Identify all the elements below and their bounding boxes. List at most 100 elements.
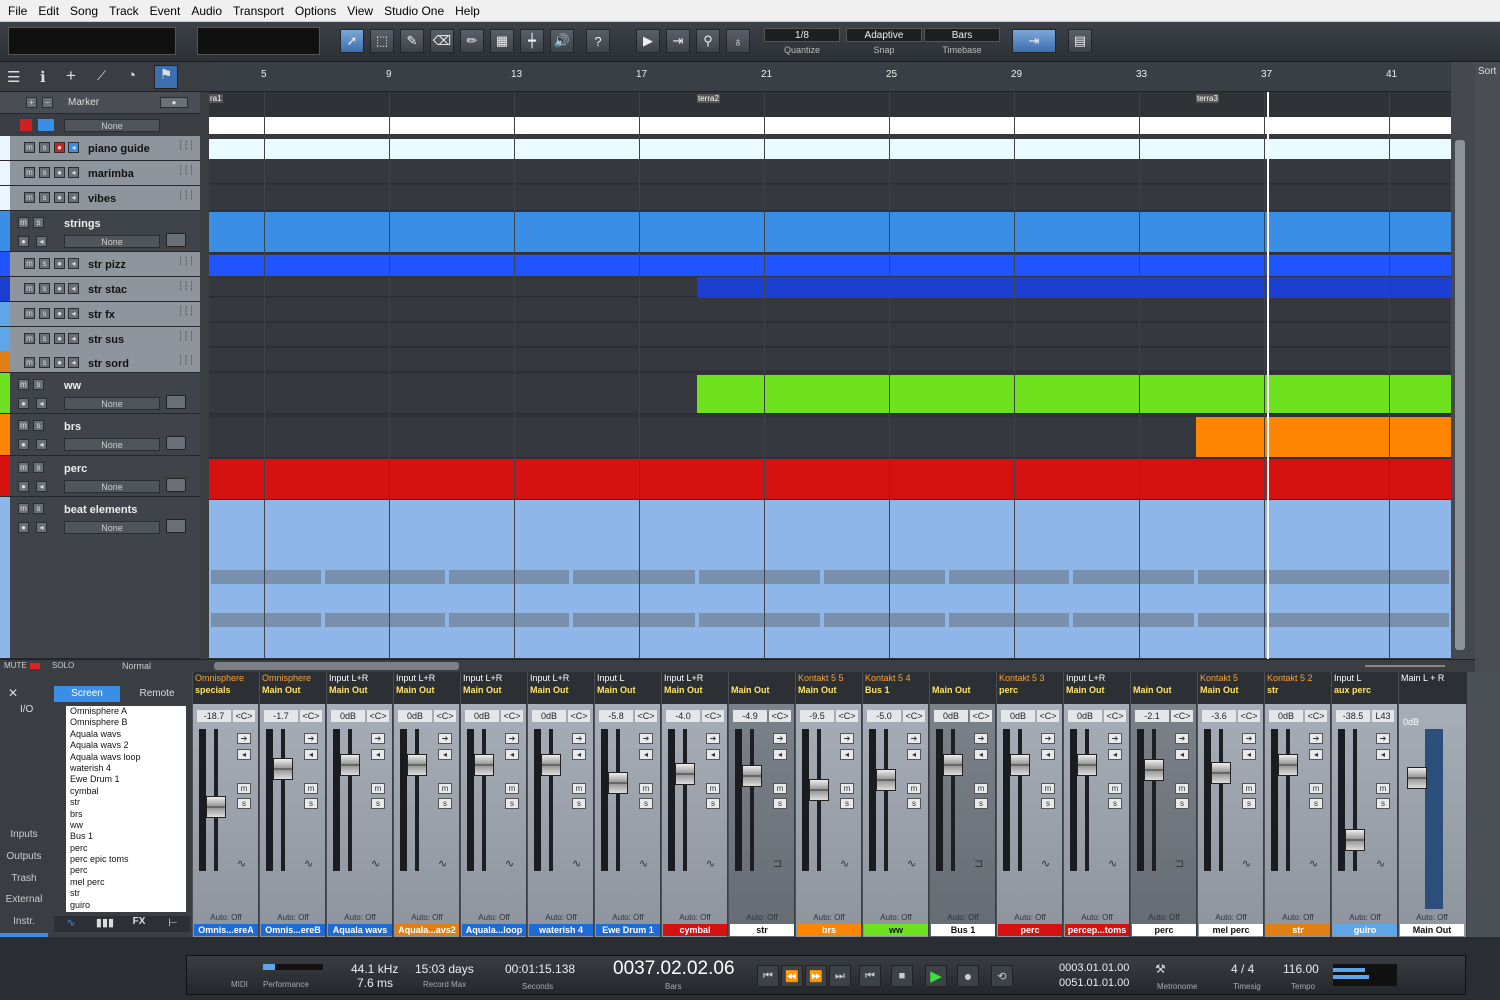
volume-readout[interactable]: 0dB — [331, 710, 365, 722]
strip-name[interactable]: str — [730, 924, 794, 936]
channel-list-item[interactable]: Aquala wavs loop — [66, 752, 186, 763]
mute-button[interactable]: m — [24, 333, 35, 344]
volume-readout[interactable]: -18.7 — [197, 710, 231, 722]
monitor-icon[interactable]: ◂ — [773, 749, 787, 760]
monitor-button[interactable]: ◂ — [36, 236, 47, 247]
mute-button[interactable]: m — [24, 283, 35, 294]
channel-list-item[interactable]: ww — [66, 820, 186, 831]
track-header-str-sus[interactable]: m s ● ◂ ┆┆┆ str sus — [0, 327, 200, 352]
track-name[interactable]: str stac — [88, 284, 127, 296]
strip-name[interactable]: brs — [797, 924, 861, 936]
rewind-start-icon[interactable]: ⏮ — [757, 965, 779, 987]
bend-tool-icon[interactable]: ┿ — [520, 29, 544, 53]
strip-output[interactable]: perc — [999, 685, 1061, 697]
mute-button[interactable]: m — [907, 783, 921, 794]
wave-icon[interactable]: ∿ — [54, 916, 88, 932]
undefined[interactable] — [209, 212, 697, 252]
marker-settings-icon[interactable]: ● — [160, 97, 188, 108]
range-tool-icon[interactable]: ⬚ — [370, 29, 394, 53]
monitor-icon[interactable]: ◂ — [1175, 749, 1189, 760]
folder-icon[interactable] — [166, 519, 186, 533]
follow-icon[interactable]: ⇥ — [666, 29, 690, 53]
mute-button[interactable]: m — [840, 783, 854, 794]
mute-button[interactable]: m — [304, 783, 318, 794]
automation-mode[interactable]: Auto: Off — [662, 913, 728, 924]
channel-list-item[interactable]: str — [66, 797, 186, 808]
strip-name[interactable]: waterish 4 — [529, 924, 593, 936]
channel-handle-icon[interactable]: ┆┆┆ — [178, 331, 194, 342]
automation-mode[interactable]: Auto: Off — [1265, 913, 1331, 924]
route-icon[interactable]: ➔ — [840, 733, 854, 744]
strip-name[interactable]: Ewe Drum 1 — [596, 924, 660, 936]
undefined[interactable] — [1196, 139, 1451, 159]
strip-output[interactable]: Bus 1 — [865, 685, 927, 697]
remote-tab[interactable]: Remote — [124, 686, 190, 702]
timebase-select[interactable]: Bars — [924, 28, 1000, 42]
volume-fader[interactable] — [340, 754, 360, 776]
main-volume[interactable]: 0dB — [1403, 717, 1419, 727]
mute-button[interactable]: m — [438, 783, 452, 794]
mute-button[interactable]: m — [1175, 783, 1189, 794]
undefined[interactable] — [1071, 500, 1196, 658]
strip-input[interactable]: Input L+R — [664, 673, 726, 685]
undefined[interactable] — [697, 255, 1196, 276]
solo-button[interactable]: s — [39, 283, 50, 294]
undefined[interactable] — [1196, 459, 1451, 499]
route-icon[interactable]: ➔ — [505, 733, 519, 744]
strip-name[interactable]: Omnis...ereB — [261, 924, 325, 936]
solo-button[interactable]: s — [371, 798, 385, 809]
rewind-icon[interactable]: ⏪ — [781, 965, 803, 987]
track-header-str-pizz[interactable]: m s ● ◂ ┆┆┆ str pizz — [0, 252, 200, 277]
eraser-tool-icon[interactable]: ⌫ — [430, 29, 454, 53]
channel-list-item[interactable]: Omnisphere B — [66, 717, 186, 728]
pan-readout[interactable]: <C> — [1238, 710, 1260, 722]
fx-button[interactable]: FX — [122, 916, 156, 932]
strip-input[interactable] — [932, 673, 994, 685]
monitor-icon[interactable]: ◂ — [1108, 749, 1122, 760]
mute-button[interactable]: m — [18, 379, 29, 390]
strip-input[interactable]: Kontakt 5 2 — [1267, 673, 1329, 685]
route-icon[interactable]: ➔ — [572, 733, 586, 744]
solo-button[interactable]: s — [572, 798, 586, 809]
monitor-button[interactable]: ◂ — [68, 283, 79, 294]
channel-handle-icon[interactable]: ┆┆┆ — [178, 190, 194, 201]
record-arm-button[interactable]: ● — [18, 398, 29, 409]
track-name[interactable]: str pizz — [88, 259, 126, 271]
pan-readout[interactable]: <C> — [970, 710, 992, 722]
strip-output[interactable]: Main Out — [329, 685, 391, 697]
strip-output[interactable]: Main Out — [262, 685, 324, 697]
strip-name[interactable]: cymbal — [663, 924, 727, 936]
channel-list-item[interactable]: Bus 1 — [66, 831, 186, 842]
volume-fader[interactable] — [1144, 759, 1164, 781]
pan-readout[interactable]: <C> — [501, 710, 523, 722]
undefined[interactable] — [209, 139, 697, 159]
track-header-piano-guide[interactable]: m s ● ◂ ┆┆┆ piano guide — [0, 136, 200, 161]
automation-mode[interactable]: Auto: Off — [394, 913, 460, 924]
solo-button[interactable]: s — [304, 798, 318, 809]
track-header-vibes[interactable]: m s ● ◂ ┆┆┆ vibes — [0, 186, 200, 211]
volume-readout[interactable]: 0dB — [532, 710, 566, 722]
undefined[interactable] — [209, 255, 697, 276]
strip-output[interactable]: specials — [195, 685, 257, 697]
solo-button[interactable]: s — [39, 167, 50, 178]
pan-readout[interactable]: <C> — [1305, 710, 1327, 722]
monitor-icon[interactable]: ◂ — [304, 749, 318, 760]
sync-icon[interactable]: ◔ — [127, 67, 136, 84]
strip-input[interactable] — [1133, 673, 1195, 685]
monitor-icon[interactable] — [38, 119, 54, 131]
route-icon[interactable]: ➔ — [1108, 733, 1122, 744]
solo-button[interactable]: s — [39, 142, 50, 153]
quantize-select[interactable]: 1/8 — [764, 28, 840, 42]
horizontal-scroll-thumb[interactable] — [214, 662, 459, 670]
solo-button[interactable]: s — [706, 798, 720, 809]
mute-button[interactable]: m — [18, 503, 29, 514]
monitor-icon[interactable]: ◂ — [706, 749, 720, 760]
loop-icon[interactable]: ⟲ — [991, 965, 1013, 987]
mute-button[interactable]: m — [1242, 783, 1256, 794]
route-icon[interactable]: ➔ — [1376, 733, 1390, 744]
record-icon[interactable] — [20, 119, 32, 131]
monitor-button[interactable]: ◂ — [68, 142, 79, 153]
folder-none-select[interactable]: None — [64, 119, 160, 132]
zoom-icon[interactable]: ⚲ — [696, 29, 720, 53]
volume-readout[interactable]: 0dB — [1001, 710, 1035, 722]
